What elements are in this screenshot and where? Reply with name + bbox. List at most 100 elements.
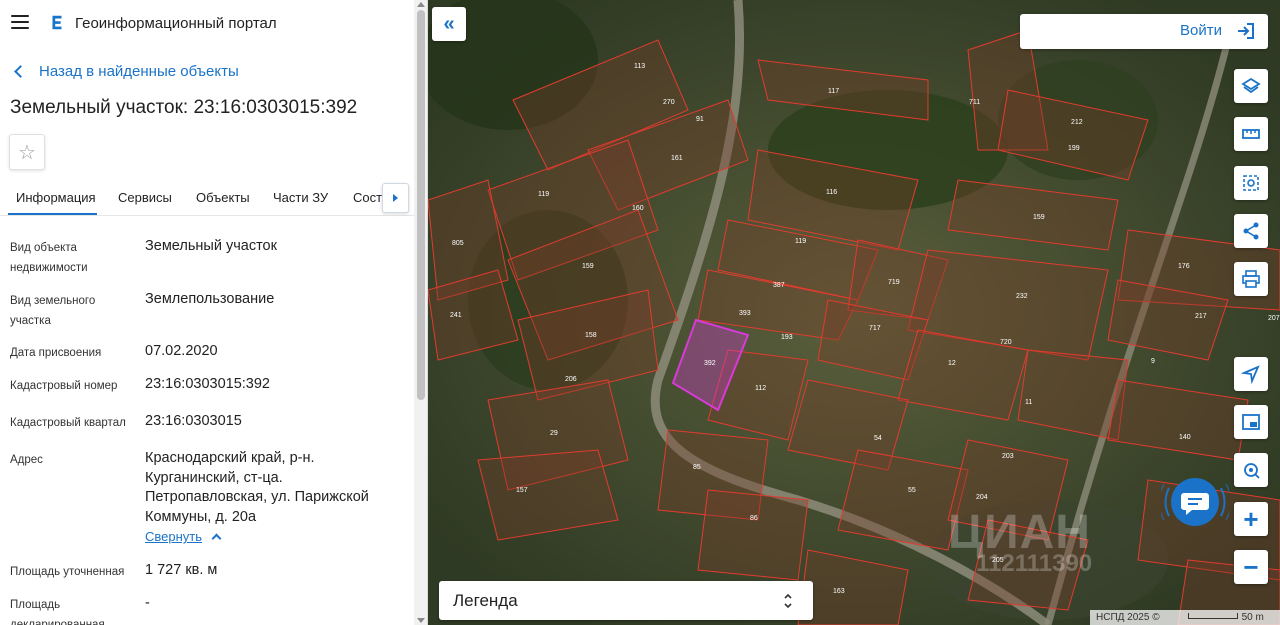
favorite-button[interactable]: ☆	[9, 134, 45, 170]
info-panel: Геоинформационный портал Назад в найденн…	[0, 0, 428, 625]
scale-bar	[1187, 612, 1238, 619]
tab-objects[interactable]: Объекты	[196, 190, 250, 205]
parcel-label: 11	[1025, 399, 1032, 406]
tab-bar: Информация Сервисы Объекты Части ЗУ Сост…	[0, 182, 414, 216]
collapse-address-link[interactable]: Свернуть	[145, 529, 222, 544]
locate-button[interactable]	[1234, 357, 1268, 391]
ruler-button[interactable]	[1234, 117, 1268, 151]
layers-icon	[1241, 77, 1261, 94]
cadastral-quarter-value: 23:16:0303015	[145, 413, 242, 429]
parcel-label: 232	[1016, 293, 1028, 300]
object-type-label: Вид объекта недвижимости	[10, 242, 88, 274]
ruler-icon	[1242, 129, 1260, 139]
print-button[interactable]	[1234, 262, 1268, 296]
object-type-value: Земельный участок	[145, 238, 277, 254]
address-value: Краснодарский край, р-н. Курганинский, с…	[145, 450, 369, 525]
star-icon: ☆	[18, 141, 36, 164]
parcel-label: 113	[634, 63, 645, 70]
satellite-map[interactable]: 113 270 91 161 117 711 212 199 119 160 1…	[428, 0, 1280, 625]
menu-icon[interactable]	[11, 15, 29, 29]
scale-label: 50 m	[1241, 612, 1264, 623]
portal-logo-icon	[52, 15, 62, 30]
scroll-up-icon[interactable]	[417, 2, 425, 7]
panel-scrollbar[interactable]	[414, 0, 427, 625]
double-chevron-left-icon: «	[443, 12, 455, 35]
zoom-out-button[interactable]: −	[1234, 550, 1268, 584]
plus-icon: +	[1243, 504, 1259, 534]
cadastral-quarter-label: Кадастровый квартал	[10, 417, 126, 429]
attribution-text: НСПД 2025 ©	[1096, 612, 1160, 623]
land-type-label: Вид земельного участка	[10, 295, 96, 327]
legend-selector[interactable]: Легенда	[439, 581, 813, 620]
parcel-label: 12	[948, 360, 956, 367]
parcel-label: 159	[582, 263, 594, 270]
parcel-label: 204	[976, 494, 988, 501]
parcel-label: 160	[632, 205, 644, 212]
parcel-label: 112	[755, 385, 766, 392]
map-view[interactable]: 113 270 91 161 117 711 212 199 119 160 1…	[428, 0, 1280, 625]
parcel-label: 711	[969, 99, 980, 106]
area-declared-value: -	[145, 595, 150, 611]
login-bar[interactable]: Войти	[1020, 14, 1268, 49]
area-declared-label: Площадь декларированная	[10, 599, 105, 625]
scroll-down-icon[interactable]	[417, 618, 425, 623]
legend-label: Легенда	[453, 591, 518, 610]
print-icon	[1242, 270, 1260, 288]
geolocation-button[interactable]	[1234, 453, 1268, 487]
address-label: Адрес	[10, 454, 43, 466]
back-to-results-link[interactable]: Назад в найденные объекты	[12, 63, 239, 80]
parcel-label: 86	[750, 515, 758, 522]
cadastral-number-value: 23:16:0303015:392	[145, 376, 270, 392]
collapse-panel-button[interactable]: «	[432, 7, 466, 41]
login-icon	[1238, 23, 1254, 39]
parcel-label: 55	[908, 487, 916, 494]
share-icon	[1243, 222, 1259, 240]
parcel-label: 206	[565, 376, 577, 383]
active-tab-indicator	[8, 213, 97, 215]
parcel-label: 163	[833, 588, 845, 595]
tab-info[interactable]: Информация	[16, 190, 96, 205]
page-title: Земельный участок: 23:16:0303015:392	[10, 97, 358, 118]
parcel-label: 117	[828, 88, 839, 95]
parcel-label: 158	[585, 332, 597, 339]
parcel-label: 91	[696, 116, 704, 123]
parcel-label: 54	[874, 435, 882, 442]
minus-icon: −	[1243, 552, 1259, 582]
parcel-label: 805	[452, 240, 464, 247]
assigned-date-value: 07.02.2020	[145, 343, 218, 359]
parcel-label: 119	[795, 238, 806, 245]
tab-services[interactable]: Сервисы	[118, 190, 172, 205]
collapse-label: Свернуть	[145, 529, 203, 544]
area-select-button[interactable]	[1234, 166, 1268, 200]
chat-button[interactable]	[1161, 468, 1229, 536]
layers-button[interactable]	[1234, 69, 1268, 103]
navigation-arrow-icon	[1241, 365, 1260, 384]
tab-parts[interactable]: Части ЗУ	[273, 190, 328, 205]
minimap-button[interactable]	[1234, 405, 1268, 439]
parcel-label: 720	[1000, 339, 1012, 346]
parcel-label: 217	[1195, 313, 1207, 320]
parcel-label: 140	[1179, 434, 1191, 441]
parcel-label: 719	[888, 279, 900, 286]
land-type-value: Землепользование	[145, 291, 275, 307]
parcel-label: 193	[781, 334, 793, 341]
back-link-label: Назад в найденные объекты	[39, 63, 239, 80]
parcel-label: 116	[826, 189, 837, 196]
top-bar: Геоинформационный портал	[0, 0, 414, 48]
share-button[interactable]	[1234, 214, 1268, 248]
parcel-label: 387	[773, 282, 785, 289]
selected-parcel-label: 392	[704, 360, 716, 367]
scroll-thumb[interactable]	[417, 10, 425, 400]
tabs-scroll-right-button[interactable]	[382, 183, 409, 213]
parcel-label: 157	[516, 487, 528, 494]
area-select-icon	[1243, 175, 1259, 191]
parcel-label: 159	[1033, 214, 1045, 221]
cian-watermark-phone: 112111390	[976, 550, 1093, 577]
geolocation-icon	[1244, 463, 1260, 479]
minimap-icon	[1242, 414, 1260, 430]
zoom-in-button[interactable]: +	[1234, 502, 1268, 536]
caret-right-icon	[393, 194, 398, 202]
parcel-label: 270	[663, 99, 675, 106]
parcel-label: 241	[450, 312, 462, 319]
assigned-date-label: Дата присвоения	[10, 347, 102, 359]
